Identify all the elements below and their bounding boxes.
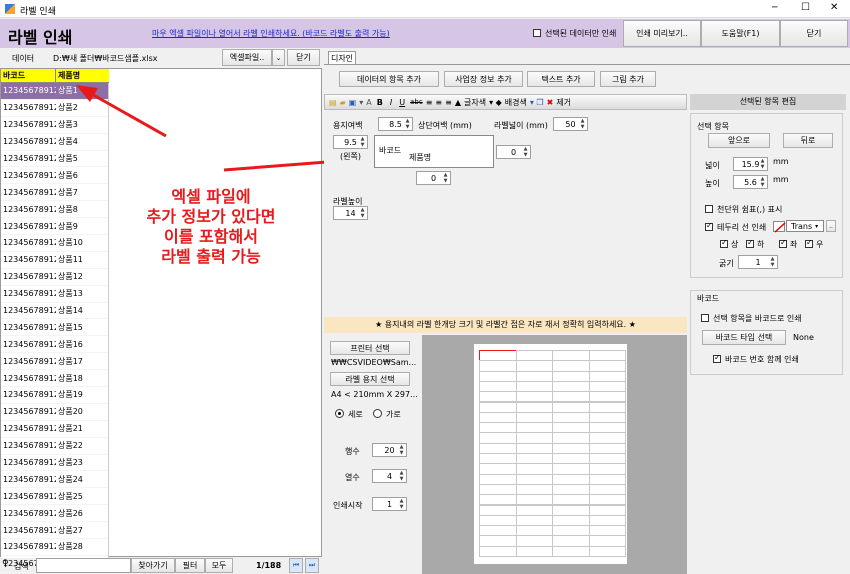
delete-icon[interactable]: ✖ xyxy=(547,98,554,107)
width-unit: mm xyxy=(773,157,789,166)
paper-label-cell xyxy=(515,545,553,557)
height-input[interactable]: 5.6 ▲ ▼ xyxy=(733,175,768,189)
tab-design[interactable]: 디자인 xyxy=(328,51,356,65)
border-bottom-checkbox[interactable] xyxy=(746,238,754,248)
border-color-swatch[interactable] xyxy=(773,221,786,233)
add-text-button[interactable]: 텍스트 추가 xyxy=(527,71,595,87)
format-toolbar: ▤ ▰ ▣ ▾ A B I U abc ≡ ≡ ≡ ▲ 글자색 ▾ ◆ 배경색 … xyxy=(324,94,687,110)
top-margin-label: 상단여백 (mm) xyxy=(418,121,472,130)
printer-name: ₩₩CSVIDEO₩Sam... xyxy=(331,358,417,367)
print-start-input[interactable]: 1 ▲ ▼ xyxy=(372,497,407,511)
width-input[interactable]: 15.9 ▲ ▼ xyxy=(733,157,768,171)
border-left-checkbox[interactable] xyxy=(779,238,787,248)
paper-size: A4 < 210mm X 297... xyxy=(331,390,418,399)
left-margin-label: 용지여백 xyxy=(333,121,363,130)
delete-button[interactable]: 제거 xyxy=(556,97,571,108)
portrait-label: 세로 xyxy=(348,410,363,419)
thickness-label: 굵기 xyxy=(719,259,734,268)
border-left-label: 좌 xyxy=(790,240,798,249)
underline-button[interactable]: U xyxy=(399,98,405,107)
add-business-info-button[interactable]: 사업장 정보 추가 xyxy=(444,71,523,87)
strikethrough-button[interactable]: abc xyxy=(410,98,423,106)
thousand-sep-checkbox[interactable] xyxy=(705,204,713,213)
annotation-line-3: 이를 포함해서 xyxy=(164,227,258,246)
height-label: 높이 xyxy=(705,179,720,188)
cols-label: 열수 xyxy=(345,473,360,482)
add-image-button[interactable]: 그림 추가 xyxy=(600,71,656,87)
thickness-input[interactable]: 1 ▲ ▼ xyxy=(738,255,778,269)
align-left-icon[interactable]: ≡ xyxy=(426,98,433,107)
landscape-radio[interactable] xyxy=(373,409,382,418)
annotation-text: 엑셀 파일에 추가 정보가 있다면 이를 포함해서 라벨 출력 가능 xyxy=(106,187,316,267)
font-size-icon[interactable]: A xyxy=(366,98,371,107)
left-unit-label: (왼쪽) xyxy=(340,152,361,161)
annotation-line-1: 엑셀 파일에 xyxy=(171,187,251,206)
border-right-label: 우 xyxy=(816,240,824,249)
props-title: 선택된 항목 편집 xyxy=(690,94,846,110)
no-color-icon xyxy=(774,222,786,233)
align-right-icon[interactable]: ≡ xyxy=(445,98,452,107)
border-more-button[interactable]: .. xyxy=(826,220,836,232)
border-label: 테두리 선 인쇄 xyxy=(717,223,767,232)
print-number-label: 바코드 번호 함께 인쇄 xyxy=(725,355,799,364)
product-field-element[interactable]: 제품명 xyxy=(409,152,431,163)
gap-right-input[interactable]: 0 ▲ ▼ xyxy=(496,145,531,159)
bold-button[interactable]: B xyxy=(377,98,383,107)
paper-label-cell xyxy=(588,545,626,557)
print-start-label: 인쇄시작 xyxy=(333,501,363,510)
paper-label-cell xyxy=(552,545,590,557)
bg-color-button[interactable]: 배경색 xyxy=(505,97,527,108)
border-color-dropdown[interactable]: Trans ▾ xyxy=(786,220,824,232)
barcode-field-element[interactable]: 바코드 xyxy=(379,145,401,156)
width-label: 넓이 xyxy=(705,161,720,170)
align-center-icon[interactable]: ≡ xyxy=(435,98,442,107)
new-icon[interactable]: ▤ xyxy=(329,98,337,107)
cols-input[interactable]: 4 ▲ ▼ xyxy=(372,469,407,483)
props-section-label: 선택 항목 xyxy=(697,122,729,131)
open-icon[interactable]: ▰ xyxy=(340,98,346,107)
annotation-line-2: 추가 정보가 있다면 xyxy=(146,207,276,226)
left-margin-input[interactable]: 8.5 ▲ ▼ xyxy=(378,117,413,131)
label-width-input[interactable]: 50 ▲ ▼ xyxy=(553,117,588,131)
font-color-icon[interactable]: ▲ xyxy=(455,98,461,107)
portrait-radio[interactable] xyxy=(335,409,344,418)
paper-notice-bar: ★ 용지내의 라벨 한개당 크기 및 라벨간 접은 자로 재서 정확히 입력하세… xyxy=(324,317,687,333)
select-paper-button[interactable]: 라벨 용지 선택 xyxy=(330,372,410,386)
print-as-barcode-label: 선택 항목을 바코드로 인쇄 xyxy=(713,314,802,323)
copy-icon[interactable]: ▾ ❐ xyxy=(530,98,544,107)
border-bottom-label: 하 xyxy=(757,240,765,249)
gap-bottom-input[interactable]: 0 ▲ ▼ xyxy=(416,171,451,185)
paper-label-cell xyxy=(479,545,517,557)
add-data-item-button[interactable]: 데이터의 항목 추가 xyxy=(339,71,439,87)
print-as-barcode-checkbox[interactable] xyxy=(701,313,709,322)
print-number-checkbox[interactable] xyxy=(713,353,721,363)
barcode-type-button[interactable]: 바코드 타입 선택 xyxy=(702,330,786,345)
send-backward-button[interactable]: 뒤로 xyxy=(783,133,833,148)
border-checkbox[interactable] xyxy=(705,221,713,231)
arrow-to-header xyxy=(76,85,167,138)
annotation-line-4: 라벨 출력 가능 xyxy=(161,247,261,266)
font-color-button[interactable]: 글자색 xyxy=(464,97,486,108)
select-printer-button[interactable]: 프린터 선택 xyxy=(330,341,410,355)
height-unit: mm xyxy=(773,175,789,184)
bring-forward-button[interactable]: 앞으로 xyxy=(708,133,770,148)
italic-button[interactable]: I xyxy=(390,98,392,107)
rows-label: 행수 xyxy=(345,447,360,456)
border-right-checkbox[interactable] xyxy=(805,238,813,248)
rows-input[interactable]: 20 ▲ ▼ xyxy=(372,443,407,457)
left-offset-input[interactable]: 9.5 ▲ ▼ xyxy=(333,135,368,149)
barcode-group-title: 바코드 xyxy=(697,294,720,303)
label-height-input[interactable]: 14 ▲ ▼ xyxy=(333,206,368,220)
save-icon[interactable]: ▣ xyxy=(349,98,357,107)
barcode-type-value: None xyxy=(793,333,814,342)
border-top-label: 상 xyxy=(731,240,739,249)
landscape-label: 가로 xyxy=(386,410,401,419)
thousand-sep-label: 천단위 쉼표(,) 표시 xyxy=(717,205,783,214)
label-width-label: 라벨넓이 (mm) xyxy=(494,121,548,130)
border-top-checkbox[interactable] xyxy=(720,238,728,248)
bg-color-icon[interactable]: ▾ ◆ xyxy=(489,98,502,107)
font-dropdown[interactable]: ▾ xyxy=(359,98,363,107)
